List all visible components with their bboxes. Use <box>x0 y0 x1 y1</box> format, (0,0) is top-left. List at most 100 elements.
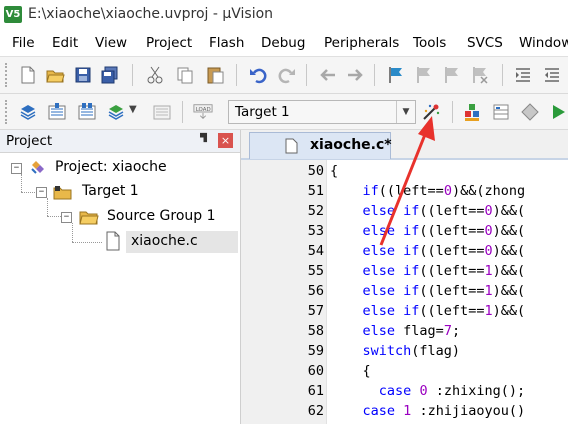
menu-view[interactable]: View <box>95 35 127 51</box>
new-file-icon[interactable] <box>18 65 38 85</box>
code-line[interactable]: 58 else flag=7; <box>248 321 568 341</box>
undo-icon[interactable] <box>248 65 268 85</box>
cut-icon[interactable] <box>145 65 165 85</box>
menu-edit[interactable]: Edit <box>52 35 78 51</box>
code-text: else if((left==1)&&( <box>362 303 526 319</box>
manage-components-icon[interactable] <box>462 102 482 122</box>
target-select[interactable]: Target 1 ▼ <box>228 100 416 124</box>
tree-collapse-toggle[interactable]: − <box>36 187 47 198</box>
batch-build-icon[interactable] <box>106 102 126 122</box>
code-line[interactable]: 57 else if((left==1)&&( <box>248 301 568 321</box>
menu-window[interactable]: Window <box>519 35 568 51</box>
code-line[interactable]: 61 case 0 :zhixing(); <box>248 381 568 401</box>
code-text: else if((left==1)&&( <box>362 263 526 279</box>
run-icon[interactable] <box>548 102 568 122</box>
code-line[interactable]: 54 else if((left==0)&&( <box>248 241 568 261</box>
download-icon[interactable]: LOAD <box>193 102 213 122</box>
code-line[interactable]: 56 else if((left==1)&&( <box>248 281 568 301</box>
project-panel: Project 🬊 × − Project: xiaoche − Target … <box>0 130 241 424</box>
next-bookmark-icon[interactable] <box>442 65 462 85</box>
code-text: else if((left==1)&&( <box>362 283 526 299</box>
tree-connector <box>21 192 35 193</box>
tree-collapse-toggle[interactable]: − <box>11 163 22 174</box>
editor-tab-bar: xiaoche.c* <box>241 130 568 160</box>
toolbar-separator <box>236 64 237 86</box>
code-line[interactable]: 60 { <box>248 361 568 381</box>
tree-source-group[interactable]: Source Group 1 <box>107 208 216 224</box>
svg-text:LOAD: LOAD <box>196 107 211 113</box>
menu-tools[interactable]: Tools <box>413 35 446 51</box>
diamond-icon[interactable] <box>520 102 540 122</box>
nav-back-icon[interactable] <box>318 65 338 85</box>
nav-forward-icon[interactable] <box>345 65 365 85</box>
menu-flash[interactable]: Flash <box>209 35 244 51</box>
toolbar-separator <box>502 64 503 86</box>
tree-connector <box>47 198 48 216</box>
bookmark-icon[interactable] <box>386 65 406 85</box>
chevron-down-icon[interactable]: ▼ <box>129 104 137 115</box>
indent-icon[interactable] <box>513 65 533 85</box>
line-number: 51 <box>307 183 324 199</box>
line-number: 61 <box>307 383 324 399</box>
tree-connector <box>21 174 22 192</box>
build-icon[interactable] <box>47 102 67 122</box>
code-text: else if((left==0)&&( <box>362 243 526 259</box>
pin-icon[interactable]: 🬊 <box>200 133 207 147</box>
code-line[interactable]: 52 else if((left==0)&&( <box>248 201 568 221</box>
open-folder-icon[interactable] <box>45 65 65 85</box>
chevron-down-icon[interactable]: ▼ <box>396 101 415 123</box>
copy-icon[interactable] <box>175 65 195 85</box>
paste-icon[interactable] <box>205 65 225 85</box>
code-text: case 1 :zhijiaoyou() <box>362 403 526 419</box>
select-packs-icon[interactable] <box>491 102 511 122</box>
code-editor[interactable]: 50{51 if((left==0)&&(zhong 52 else if((le… <box>248 160 568 424</box>
build-toolbar: ▼ LOAD Target 1 ▼ <box>0 94 568 130</box>
line-number: 56 <box>307 283 324 299</box>
tree-collapse-toggle[interactable]: − <box>61 212 72 223</box>
menu-file[interactable]: File <box>12 35 35 51</box>
tab-xiaoche-c[interactable]: xiaoche.c* <box>249 132 392 159</box>
redo-icon[interactable] <box>277 65 297 85</box>
save-all-icon[interactable] <box>100 65 120 85</box>
code-line[interactable]: 51 if((left==0)&&(zhong <box>248 181 568 201</box>
code-text: switch(flag) <box>362 343 461 359</box>
tree-target[interactable]: Target 1 <box>82 183 139 199</box>
clear-bookmarks-icon[interactable] <box>470 65 490 85</box>
menu-bar: File Edit View Project Flash Debug Perip… <box>0 30 568 57</box>
tree-project-root[interactable]: Project: xiaoche <box>55 159 167 175</box>
save-icon[interactable] <box>73 65 93 85</box>
code-line[interactable]: 62 case 1 :zhijiaoyou() <box>248 401 568 421</box>
code-text: else if((left==0)&&( <box>362 223 526 239</box>
toolbar-grip[interactable] <box>5 63 10 87</box>
menu-svcs[interactable]: SVCS <box>467 35 503 51</box>
line-number: 52 <box>307 203 324 219</box>
code-text: { <box>330 163 339 179</box>
translate-icon[interactable] <box>18 102 38 122</box>
tree-connector <box>47 216 61 217</box>
rebuild-icon[interactable] <box>77 102 97 122</box>
line-number: 54 <box>307 243 324 259</box>
options-for-target-icon[interactable] <box>421 102 441 122</box>
toolbar-grip[interactable] <box>5 100 10 124</box>
prev-bookmark-icon[interactable] <box>414 65 434 85</box>
tree-connector <box>72 223 73 242</box>
menu-debug[interactable]: Debug <box>261 35 305 51</box>
standard-toolbar <box>0 57 568 94</box>
toolbar-separator <box>306 64 307 86</box>
code-line[interactable]: 59 switch(flag) <box>248 341 568 361</box>
menu-project[interactable]: Project <box>146 35 192 51</box>
uvision-app-icon: V5 <box>4 6 22 23</box>
toolbar-separator <box>132 64 133 86</box>
line-number: 60 <box>307 363 324 379</box>
code-line[interactable]: 55 else if((left==1)&&( <box>248 261 568 281</box>
tree-file-xiaoche-c[interactable]: xiaoche.c <box>131 233 198 249</box>
unindent-icon[interactable] <box>542 65 562 85</box>
code-line[interactable]: 53 else if((left==0)&&( <box>248 221 568 241</box>
line-number: 59 <box>307 343 324 359</box>
menu-peripherals[interactable]: Peripherals <box>324 35 399 51</box>
close-icon[interactable]: × <box>218 133 233 148</box>
code-line[interactable]: 50 { <box>248 161 568 181</box>
folder-open-icon <box>79 211 99 225</box>
stop-build-icon[interactable] <box>152 102 172 122</box>
code-text: case 0 :zhixing(); <box>378 383 526 399</box>
